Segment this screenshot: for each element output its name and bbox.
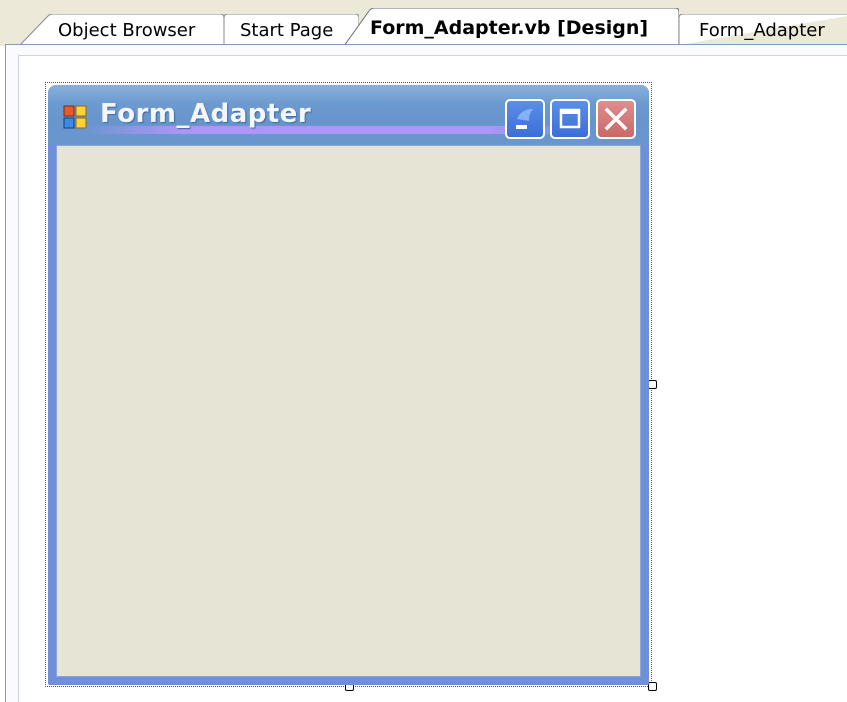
form-icon xyxy=(63,105,87,129)
close-icon xyxy=(604,107,628,131)
form-client-area[interactable] xyxy=(56,145,641,677)
resize-handle-bottom-right[interactable] xyxy=(648,682,657,691)
form-adapter-window[interactable]: Form_Adapter xyxy=(48,85,649,685)
maximize-icon xyxy=(559,108,581,129)
minimize-button[interactable] xyxy=(505,99,545,139)
resize-handle-right[interactable] xyxy=(648,380,657,389)
maximize-button[interactable] xyxy=(550,99,590,139)
close-button[interactable] xyxy=(596,99,636,139)
tab-form-adapter-design[interactable]: Form_Adapter.vb [Design] xyxy=(344,8,679,46)
tab-label: Object Browser xyxy=(58,20,196,41)
tab-label: Form_Adapter xyxy=(699,20,825,41)
form-title: Form_Adapter xyxy=(100,99,312,129)
tab-object-browser[interactable]: Object Browser xyxy=(20,14,224,45)
document-tab-strip: Object Browser Start Page Form_Adapter.v… xyxy=(0,0,847,46)
tab-label: Form_Adapter.vb [Design] xyxy=(370,17,649,39)
minimize-icon xyxy=(516,109,533,129)
tab-form-adapter[interactable]: Form_Adapter xyxy=(679,14,847,45)
tab-start-page[interactable]: Start Page xyxy=(224,14,359,45)
tab-label: Start Page xyxy=(240,20,334,41)
form-titlebar[interactable]: Form_Adapter xyxy=(48,85,649,145)
